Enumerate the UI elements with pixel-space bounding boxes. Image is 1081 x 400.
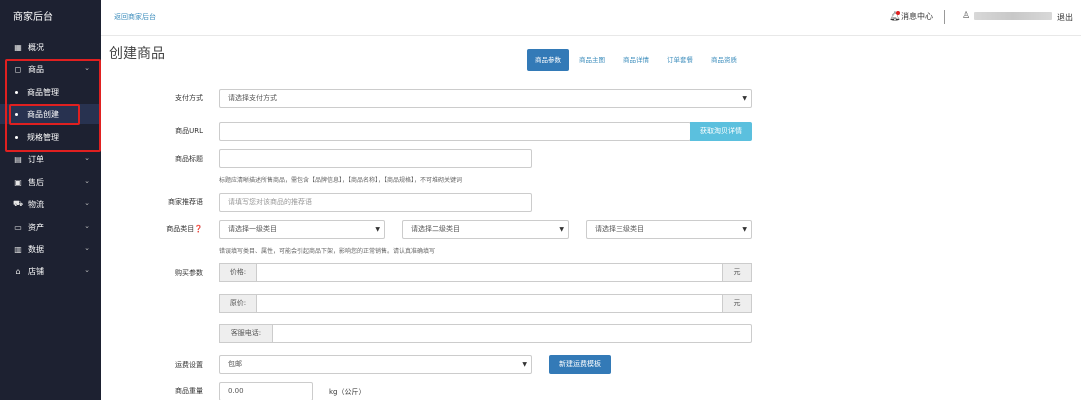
- sidebar-item-label: 数据: [28, 244, 44, 254]
- orig-price-currency: 元: [722, 294, 752, 313]
- chevron-down-icon: ⌄: [84, 244, 90, 252]
- purchase-label: 购买参数: [175, 269, 203, 277]
- bell-icon: 🔔︎: [889, 10, 901, 22]
- chevron-down-icon: ⌄: [84, 199, 90, 207]
- phone-addon: 客服电话:: [219, 324, 273, 343]
- chevron-down-icon: ⌄: [84, 177, 90, 185]
- recommend-label: 商家推荐语: [168, 198, 203, 206]
- sidebar-item-logistics[interactable]: ⛟ 物流 ⌄: [0, 194, 101, 214]
- notification-dot: [896, 10, 900, 15]
- wallet-icon: ▭: [14, 222, 22, 232]
- url-input[interactable]: [219, 122, 691, 141]
- category-level3-value: 请选择三级类目: [595, 225, 644, 233]
- topbar: 返回商家后台 🔔︎ 消息中心 ♙ 退出: [101, 0, 1081, 36]
- grid-icon: ▦: [14, 42, 22, 52]
- payment-select-value: 请选择支付方式: [228, 94, 277, 102]
- highlight-goods-create: [9, 104, 80, 125]
- tab-bar: 商品参数 商品主图 商品详情 订单套餐 商品资质: [527, 49, 747, 71]
- page-title: 创建商品: [109, 46, 165, 62]
- shipping-select[interactable]: 包邮 ▼: [219, 355, 532, 374]
- sidebar-item-shop[interactable]: ⌂ 店铺 ⌄: [0, 261, 101, 281]
- username-redacted: [974, 12, 1053, 20]
- sidebar-item-data[interactable]: ▥ 数据 ⌄: [0, 239, 101, 259]
- title-label: 商品标题: [175, 155, 203, 163]
- caret-down-icon: ▼: [742, 226, 747, 233]
- sidebar-item-label: 售后: [28, 177, 44, 187]
- tab-goods-params[interactable]: 商品参数: [527, 49, 569, 71]
- shipping-label: 运费设置: [175, 361, 203, 369]
- sidebar-item-label: 店铺: [28, 266, 44, 276]
- url-label: 商品URL: [175, 127, 203, 135]
- category-level1-value: 请选择一级类目: [228, 225, 277, 233]
- chevron-down-icon: ⌄: [84, 154, 90, 162]
- caret-down-icon: ▼: [522, 361, 527, 368]
- weight-unit: kg（公斤）: [329, 388, 366, 396]
- sidebar-item-orders[interactable]: ▤ 订单 ⌄: [0, 149, 101, 169]
- category-level3-select[interactable]: 请选择三级类目 ▼: [586, 220, 752, 239]
- back-to-merchant-link[interactable]: 返回商家后台: [114, 12, 156, 22]
- tab-goods-detail[interactable]: 商品详情: [615, 49, 657, 71]
- main-content: 创建商品 商品参数 商品主图 商品详情 订单套餐 商品资质 支付方式 请选择支付…: [101, 36, 1081, 400]
- caret-down-icon: ▼: [375, 226, 380, 233]
- weight-label: 商品重量: [175, 387, 203, 395]
- title-help-text: 标题应清晰描述所售商品，需包含【品牌信息】，【商品名称】，【商品规格】，不可堆砌…: [219, 177, 463, 184]
- shipping-select-value: 包邮: [228, 360, 242, 368]
- aftersale-icon: ▣: [14, 177, 22, 187]
- caret-down-icon: ▼: [742, 95, 747, 102]
- category-help-text: 错误填写类目、属性，可能会引起商品下架，影响您的正常销售。请认真准确填写: [219, 248, 436, 255]
- orig-price-input[interactable]: [256, 294, 723, 313]
- bar-chart-icon: ▥: [14, 244, 22, 254]
- app-root: 商家后台 ▦ 概况 ◻ 商品 ⌄ 商品管理 商品创建 规格管理 ▤ 订单 ⌄ ▣…: [0, 0, 1081, 400]
- price-addon: 价格:: [219, 263, 257, 282]
- weight-input[interactable]: 0.00: [219, 382, 313, 400]
- chevron-down-icon: ⌄: [84, 266, 90, 274]
- user-menu[interactable]: ♙: [962, 11, 1053, 21]
- recommend-input[interactable]: 请填写您对该商品的推荐语: [219, 193, 532, 212]
- message-center[interactable]: 🔔︎ 消息中心: [889, 10, 933, 22]
- recommend-placeholder: 请填写您对该商品的推荐语: [228, 198, 312, 206]
- sidebar: 商家后台 ▦ 概况 ◻ 商品 ⌄ 商品管理 商品创建 规格管理 ▤ 订单 ⌄ ▣…: [0, 0, 101, 400]
- payment-label: 支付方式: [175, 94, 203, 102]
- orig-price-addon: 原价:: [219, 294, 257, 313]
- sidebar-item-overview[interactable]: ▦ 概况: [0, 37, 101, 57]
- price-input[interactable]: [256, 263, 723, 282]
- tab-order-package[interactable]: 订单套餐: [659, 49, 701, 71]
- sidebar-item-assets[interactable]: ▭ 资产 ⌄: [0, 217, 101, 237]
- user-icon: ♙: [962, 11, 971, 21]
- fetch-detail-button[interactable]: 获取淘贝详情: [690, 122, 752, 141]
- price-currency: 元: [722, 263, 752, 282]
- logout-link[interactable]: 退出: [1057, 12, 1073, 23]
- tab-goods-qualification[interactable]: 商品资质: [703, 49, 745, 71]
- shop-icon: ⌂: [15, 266, 21, 276]
- caret-down-icon: ▼: [559, 226, 564, 233]
- category-level2-value: 请选择二级类目: [411, 225, 460, 233]
- category-level2-select[interactable]: 请选择二级类目 ▼: [402, 220, 569, 239]
- message-center-label: 消息中心: [901, 12, 933, 21]
- weight-value: 0.00: [228, 387, 244, 395]
- phone-input[interactable]: [272, 324, 752, 343]
- sidebar-item-label: 资产: [28, 222, 44, 232]
- sidebar-item-label: 订单: [28, 154, 44, 164]
- sidebar-item-aftersale[interactable]: ▣ 售后 ⌄: [0, 172, 101, 192]
- title-input[interactable]: [219, 149, 532, 168]
- category-label: 商品类目❓: [166, 225, 203, 233]
- category-level1-select[interactable]: 请选择一级类目 ▼: [219, 220, 385, 239]
- truck-icon: ⛟: [12, 199, 24, 208]
- sidebar-item-label: 概况: [28, 42, 44, 52]
- order-icon: ▤: [14, 154, 22, 164]
- new-shipping-template-button[interactable]: 新建运费模板: [549, 355, 611, 374]
- divider: [944, 10, 945, 24]
- tab-goods-main-image[interactable]: 商品主图: [571, 49, 613, 71]
- brand-title: 商家后台: [13, 12, 53, 23]
- sidebar-item-label: 物流: [28, 199, 44, 209]
- chevron-down-icon: ⌄: [84, 222, 90, 230]
- payment-select[interactable]: 请选择支付方式 ▼: [219, 89, 752, 108]
